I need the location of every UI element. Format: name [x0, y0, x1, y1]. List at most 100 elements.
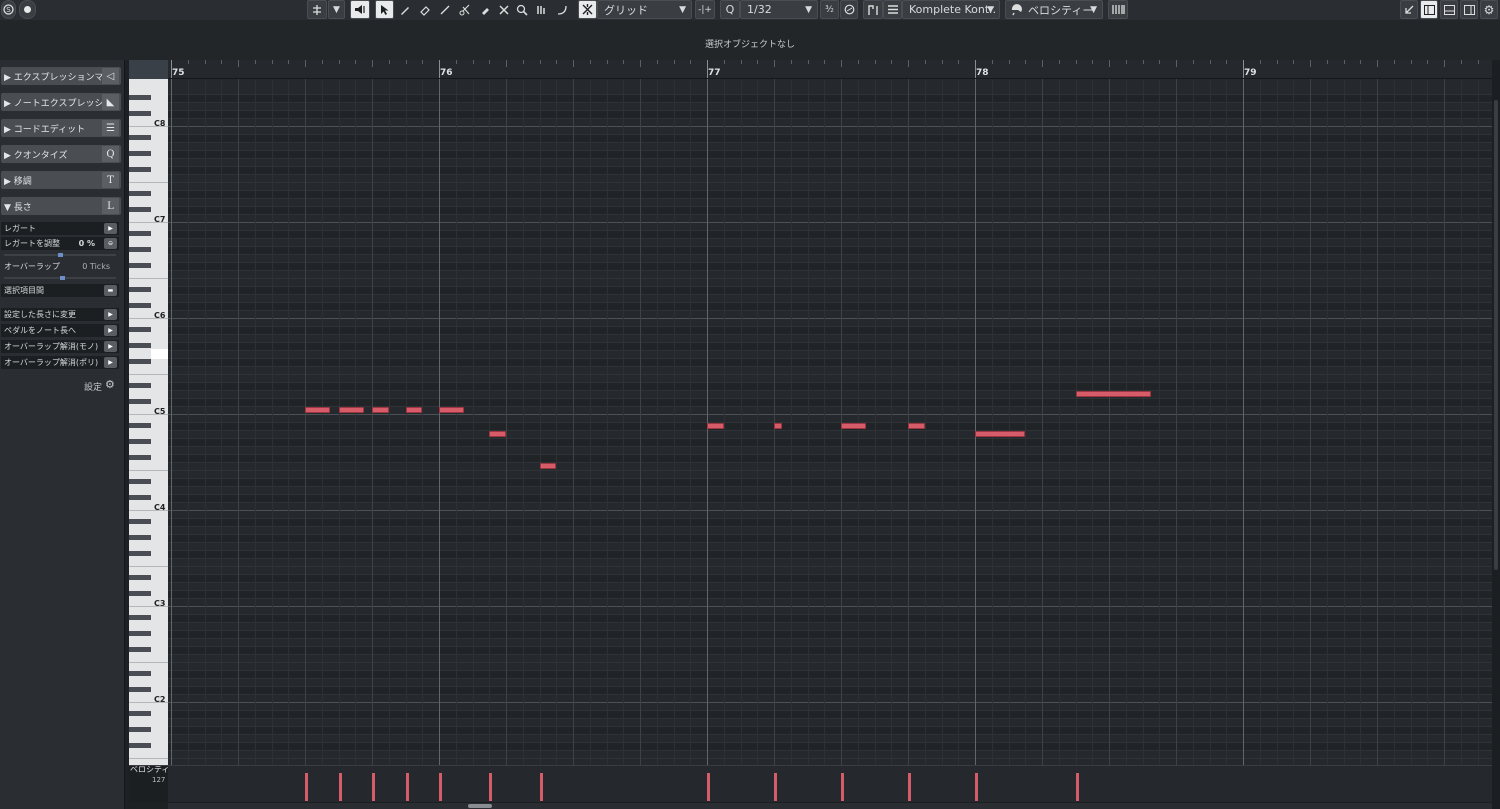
section-transpose[interactable]: ▶ 移調 T — [1, 171, 121, 189]
black-key[interactable] — [129, 287, 151, 292]
settings-label[interactable]: 設定 — [84, 380, 102, 393]
velocity-bar[interactable] — [539, 773, 543, 801]
velocity-bar[interactable] — [908, 773, 911, 801]
midi-note[interactable] — [908, 423, 925, 429]
link-icon[interactable]: ⊖ — [104, 238, 117, 249]
midi-note[interactable] — [539, 463, 557, 469]
velocity-bar[interactable] — [975, 773, 978, 801]
velocity-bar[interactable] — [372, 773, 375, 801]
horizontal-scrollbar[interactable] — [168, 803, 1492, 809]
action-row[interactable]: 設定した長さに変更 ▶ — [1, 308, 119, 321]
record-icon[interactable] — [19, 0, 36, 19]
quantize-dropdown[interactable]: 1/32 ▼ — [740, 0, 818, 19]
black-key[interactable] — [129, 263, 151, 268]
triplet-button[interactable]: ³⁄₂ — [820, 0, 839, 19]
black-key[interactable] — [129, 359, 151, 364]
play-icon[interactable]: ▶ — [104, 309, 117, 320]
left-zone-icon[interactable] — [1420, 0, 1438, 19]
black-key[interactable] — [129, 687, 151, 692]
overlap-row[interactable]: オーバーラップ 0 Ticks — [1, 260, 119, 273]
snap-icon[interactable] — [578, 0, 597, 19]
black-key[interactable] — [129, 647, 151, 652]
velocity-bar[interactable] — [841, 773, 844, 801]
black-key[interactable] — [129, 575, 151, 580]
legato-adjust-value[interactable]: 0 % — [79, 239, 95, 248]
section-chord-edit[interactable]: ▶ コードエディット ☰ — [1, 119, 121, 137]
instrument-dropdown[interactable]: Komplete Kontr. ▼ — [902, 0, 1000, 19]
piano-keyboard[interactable]: C8 C7 C6 C5 C4 C3 C2 — [129, 79, 168, 765]
black-key[interactable] — [129, 631, 151, 636]
black-key[interactable] — [129, 399, 151, 404]
black-key[interactable] — [129, 327, 151, 332]
highlighted-key[interactable] — [151, 349, 168, 359]
midi-note[interactable] — [975, 431, 1026, 437]
track-list-icon[interactable] — [863, 0, 883, 19]
black-key[interactable] — [129, 231, 151, 236]
velocity-bar[interactable] — [405, 773, 409, 801]
vertical-scrollbar[interactable] — [1492, 60, 1500, 809]
action-row[interactable]: ペダルをノート長へ ▶ — [1, 324, 119, 337]
black-key[interactable] — [129, 383, 151, 388]
quantize-q-icon[interactable]: Q — [720, 0, 740, 19]
section-note-expression[interactable]: ▶ ノートエクスプレッシ ◣ — [1, 93, 121, 111]
mute-tool-icon[interactable] — [495, 0, 513, 19]
midi-note[interactable] — [372, 407, 389, 413]
gear-icon[interactable]: ⚙ — [105, 378, 115, 391]
black-key[interactable] — [129, 711, 151, 716]
legato-row[interactable]: レガート ▶ — [1, 222, 119, 235]
slider-knob[interactable] — [58, 253, 63, 257]
velocity-bar[interactable] — [439, 773, 442, 801]
midi-note[interactable] — [707, 423, 724, 429]
midi-note[interactable] — [405, 407, 423, 413]
scrollbar-thumb[interactable] — [1494, 100, 1498, 570]
black-key[interactable] — [129, 191, 151, 196]
black-key[interactable] — [129, 151, 151, 156]
section-length[interactable]: ▼ 長さ L — [1, 197, 121, 215]
pencil-tool-icon[interactable] — [395, 0, 415, 19]
lane-type-dropdown[interactable]: ベロシティー ▼ — [1005, 0, 1103, 19]
play-icon[interactable]: ▶ — [104, 341, 117, 352]
velocity-bar[interactable] — [774, 773, 777, 801]
overlap-slider[interactable] — [4, 276, 116, 280]
ruler[interactable]: 75 76 77 78 79 — [168, 60, 1492, 79]
between-selected-row[interactable]: 選択項目間 ▬ — [1, 284, 119, 297]
speaker-icon[interactable] — [350, 0, 370, 19]
snap-to-zero-icon[interactable]: -|+ — [695, 0, 715, 19]
play-icon[interactable]: ▶ — [104, 357, 117, 368]
midi-note[interactable] — [439, 407, 465, 413]
velocity-bar[interactable] — [1075, 773, 1079, 801]
velocity-area[interactable] — [168, 766, 1492, 802]
action-row[interactable]: オーバーラップ解消(モノ) ▶ — [1, 340, 119, 353]
black-key[interactable] — [129, 615, 151, 620]
black-key[interactable] — [129, 423, 151, 428]
curve-tool-icon[interactable] — [553, 0, 571, 19]
black-key[interactable] — [129, 207, 151, 212]
black-key[interactable] — [129, 743, 151, 748]
black-key[interactable] — [129, 479, 151, 484]
black-key[interactable] — [129, 519, 151, 524]
section-quantize[interactable]: ▶ クオンタイズ Q — [1, 145, 121, 163]
arrow-tool-icon[interactable] — [375, 0, 394, 19]
lower-zone-icon[interactable] — [1440, 0, 1458, 19]
black-key[interactable] — [129, 455, 151, 460]
midi-note[interactable] — [338, 407, 364, 413]
glue-tool-icon[interactable] — [475, 0, 495, 19]
black-key[interactable] — [129, 111, 151, 116]
black-key[interactable] — [129, 671, 151, 676]
midi-note[interactable] — [305, 407, 331, 413]
eraser-tool-icon[interactable] — [415, 0, 435, 19]
black-key[interactable] — [129, 343, 151, 348]
play-icon[interactable]: ▶ — [104, 223, 117, 234]
note-grid[interactable] — [168, 79, 1492, 765]
zoom-tool-icon[interactable] — [513, 0, 531, 19]
stack-icon[interactable] — [883, 0, 902, 19]
velocity-bar[interactable] — [489, 773, 493, 801]
velocity-bar[interactable] — [305, 773, 308, 801]
velocity-bar[interactable] — [707, 773, 710, 801]
overlap-value[interactable]: 0 Ticks — [82, 262, 110, 271]
legato-slider[interactable] — [4, 253, 116, 257]
midi-note[interactable] — [489, 431, 507, 437]
midi-note[interactable] — [1075, 391, 1151, 397]
black-key[interactable] — [129, 551, 151, 556]
black-key[interactable] — [129, 135, 151, 140]
